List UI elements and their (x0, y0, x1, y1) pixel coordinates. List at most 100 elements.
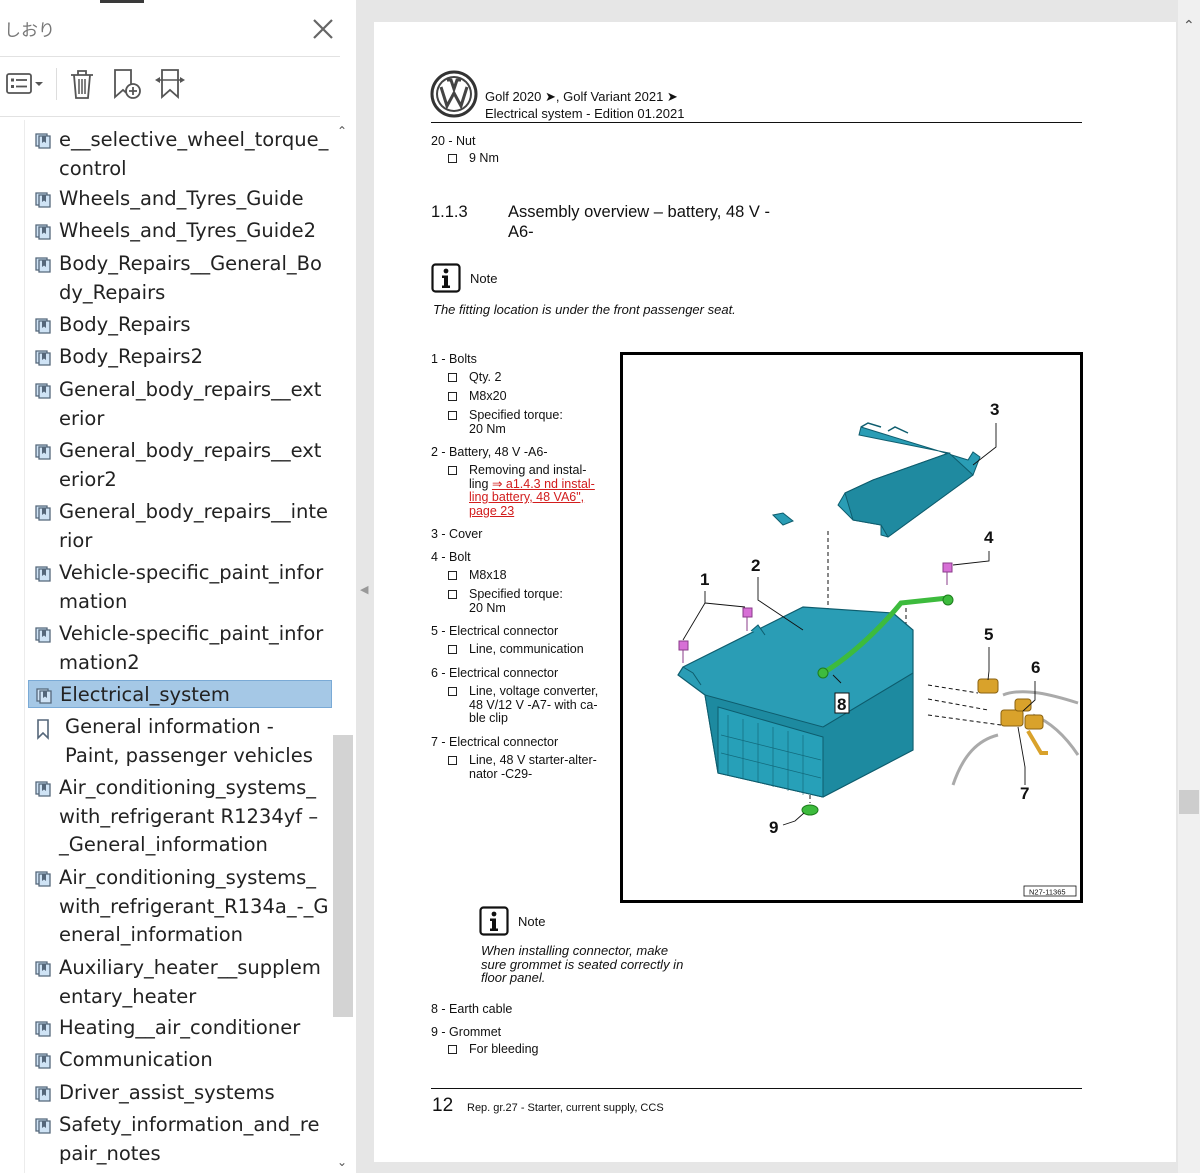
document-scrollbar-thumb[interactable] (1179, 790, 1199, 814)
checkbox-icon (448, 411, 457, 420)
bookmark-item[interactable]: Electrical_system (28, 680, 332, 708)
bookmark-item[interactable]: Body_Repairs (28, 311, 332, 341)
expand-bookmark-icon[interactable] (150, 66, 190, 102)
toolbar-divider (56, 68, 57, 100)
callout-number: 3 (990, 400, 999, 419)
checkbox-icon (448, 687, 457, 696)
cross-reference-link[interactable]: ⇒ a1.4.3 nd instal- (492, 477, 595, 491)
bookmark-item[interactable]: General_body_repairs__exterior2 (28, 437, 332, 494)
item-detail: M8x20 (431, 389, 507, 404)
bookmark-pages-icon (33, 625, 53, 645)
bookmark-item[interactable]: General_body_repairs__exterior (28, 376, 332, 433)
collapse-panel-icon[interactable]: ◀ (360, 583, 368, 596)
battery-illustration: 1 2 3 4 5 6 7 8 9 N27-11365 (677, 400, 1080, 897)
checkbox-icon (448, 466, 457, 475)
checkbox-icon (448, 645, 457, 654)
scroll-up-icon[interactable]: ⌃ (1183, 18, 1195, 34)
bookmark-list: e__selective_wheel_torque_control Wheels_… (0, 120, 332, 1173)
battery-illustration-body (677, 606, 914, 798)
bookmark-item[interactable]: Wheels_and_Tyres_Guide (28, 185, 332, 215)
info-note-icon (431, 263, 461, 293)
callout-number: 9 (769, 818, 778, 837)
bookmark-label: Vehicle-specific_paint_information (59, 561, 324, 613)
callout-number: 2 (751, 556, 760, 575)
bookmark-item[interactable]: Driver_assist_systems (28, 1079, 332, 1109)
bookmark-label: Electrical_system (60, 683, 230, 706)
bookmark-label: Vehicle-specific_paint_information2 (59, 622, 324, 674)
bookmark-toolbar (0, 62, 340, 106)
bookmark-pages-icon (33, 348, 53, 368)
note-text: When installing connector, make sure grom… (481, 943, 684, 985)
item-title: 6 - Electrical connector (431, 666, 559, 680)
scroll-up-icon[interactable]: ⌃ (337, 124, 347, 138)
bookmark-item[interactable]: Body_Repairs2 (28, 343, 332, 373)
bookmark-item[interactable]: Vehicle-specific_paint_information2 (28, 620, 332, 677)
bookmark-pages-icon (33, 255, 53, 275)
header-rule (431, 122, 1082, 123)
item-detail: Removing and instal-ling ⇒ a1.4.3 nd ins… (431, 463, 595, 518)
item-title: 7 - Electrical connector (431, 735, 559, 749)
bookmark-label: General_body_repairs__exterior (59, 378, 322, 430)
bookmark-item[interactable]: Wheels_and_Tyres_Guide2 (28, 217, 332, 247)
item-detail: Specified torque: 20 Nm (431, 408, 563, 436)
header-edition: Electrical system - Edition 01.2021 (485, 106, 685, 121)
bookmark-pages-icon (33, 503, 53, 523)
bookmark-label: General_body_repairs__exterior2 (59, 439, 322, 491)
divider (0, 56, 340, 57)
bookmark-item[interactable]: Safety_information_and_repair_notes (28, 1111, 332, 1168)
bookmark-pages-icon (33, 442, 53, 462)
item-detail: 9 Nm (431, 151, 499, 166)
checkbox-icon (448, 373, 457, 382)
bookmark-pages-icon (33, 779, 53, 799)
item-title: 8 - Earth cable (431, 1002, 513, 1016)
header-model: Golf 2020 ➤, Golf Variant 2021 ➤ (485, 89, 678, 104)
note-label: Note (518, 914, 546, 929)
bookmark-item[interactable]: Air_conditioning_systems_with_refrigeran… (28, 774, 332, 860)
assembly-figure: 1 2 3 4 5 6 7 8 9 N27-11365 (620, 352, 1083, 903)
checkbox-icon (448, 571, 457, 580)
active-tab-indicator (100, 0, 144, 3)
callout-number: 5 (984, 625, 993, 644)
section-title: Assembly overview – battery, 48 V - (508, 203, 770, 221)
item-detail: Line, communication (431, 642, 584, 657)
bookmark-pages-icon (33, 381, 53, 401)
checkbox-icon (448, 1045, 457, 1054)
bookmark-item[interactable]: General_body_repairs__interior (28, 498, 332, 555)
item-title: 9 - Grommet (431, 1025, 502, 1039)
new-bookmark-icon[interactable] (106, 66, 146, 102)
bookmark-pages-icon (33, 1051, 53, 1071)
divider (0, 116, 340, 117)
bookmark-item[interactable]: Body_Repairs__General_Body_Repairs (28, 250, 332, 307)
bookmark-label: e__selective_wheel_torque_control (59, 128, 329, 180)
connector-illustrations (951, 678, 1080, 786)
bookmark-item[interactable]: Vehicle-specific_paint_information (28, 559, 332, 616)
close-icon[interactable] (310, 16, 336, 42)
cross-reference-link[interactable]: ling battery, 48 VA6", (469, 490, 584, 504)
note-text: The fitting location is under the front … (433, 302, 736, 317)
item-title: 4 - Bolt (431, 550, 471, 564)
bookmark-label: Heating__air_conditioner (59, 1016, 301, 1039)
bookmark-item[interactable]: e__selective_wheel_torque_control (28, 126, 332, 183)
callout-number: 7 (1020, 784, 1029, 803)
bookmark-options-icon[interactable] (2, 66, 46, 102)
bookmark-item[interactable]: General information - Paint, passenger v… (28, 713, 332, 770)
item-title: 5 - Electrical connector (431, 624, 559, 638)
bookmark-pages-icon (33, 131, 53, 151)
bookmark-label: Safety_information_and_repair_notes (59, 1113, 320, 1165)
bookmark-item[interactable]: Auxiliary_heater__supplementary_heater (28, 954, 332, 1011)
bookmark-item[interactable]: Heating__air_conditioner (28, 1014, 332, 1044)
bookmark-scrollbar-thumb[interactable] (333, 735, 353, 1017)
callout-number: 4 (984, 528, 994, 547)
bookmark-item[interactable]: Communication (28, 1046, 332, 1076)
bookmark-pages-icon (33, 1116, 53, 1136)
cross-reference-link[interactable]: page 23 (469, 504, 514, 518)
bookmark-item[interactable]: Air_conditioning_systems_with_refrigeran… (28, 864, 332, 950)
scroll-down-icon[interactable]: ⌄ (337, 1155, 347, 1169)
trash-icon[interactable] (64, 66, 100, 102)
callout-number: 1 (700, 570, 709, 589)
figure-ref: N27-11365 (1029, 888, 1066, 897)
info-note-icon (479, 906, 509, 936)
bookmark-pages-icon (33, 190, 53, 210)
vw-logo-icon (430, 70, 478, 118)
document-scrollbar[interactable] (1178, 0, 1200, 1173)
